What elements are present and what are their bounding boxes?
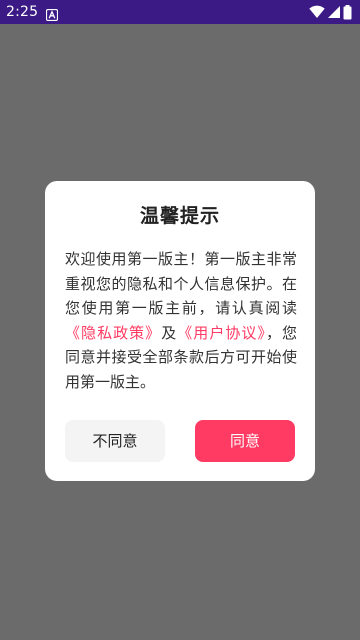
message-text-and: 及 xyxy=(161,323,178,342)
agree-button[interactable]: 同意 xyxy=(195,420,295,462)
message-text-intro: 欢迎使用第一版主！第一版主非常重视您的隐私和个人信息保护。在您使用第一版主前，请… xyxy=(65,250,297,317)
cell-signal-icon xyxy=(327,5,341,19)
status-time: 2:25 xyxy=(6,4,39,20)
privacy-dialog: 温馨提示 欢迎使用第一版主！第一版主非常重视您的隐私和个人信息保护。在您使用第一… xyxy=(45,181,315,481)
user-agreement-link[interactable]: 《用户协议》 xyxy=(177,324,266,342)
privacy-policy-link[interactable]: 《隐私政策》 xyxy=(65,324,161,342)
decline-button[interactable]: 不同意 xyxy=(65,420,165,462)
status-bar: 2:25 xyxy=(0,0,360,24)
dialog-title: 温馨提示 xyxy=(139,205,220,227)
notification-a-icon xyxy=(45,6,59,22)
dialog-message: 欢迎使用第一版主！第一版主非常重视您的隐私和个人信息保护。在您使用第一版主前，请… xyxy=(65,247,297,394)
wifi-icon xyxy=(309,5,325,19)
status-icons xyxy=(309,4,352,20)
battery-icon xyxy=(343,4,352,20)
